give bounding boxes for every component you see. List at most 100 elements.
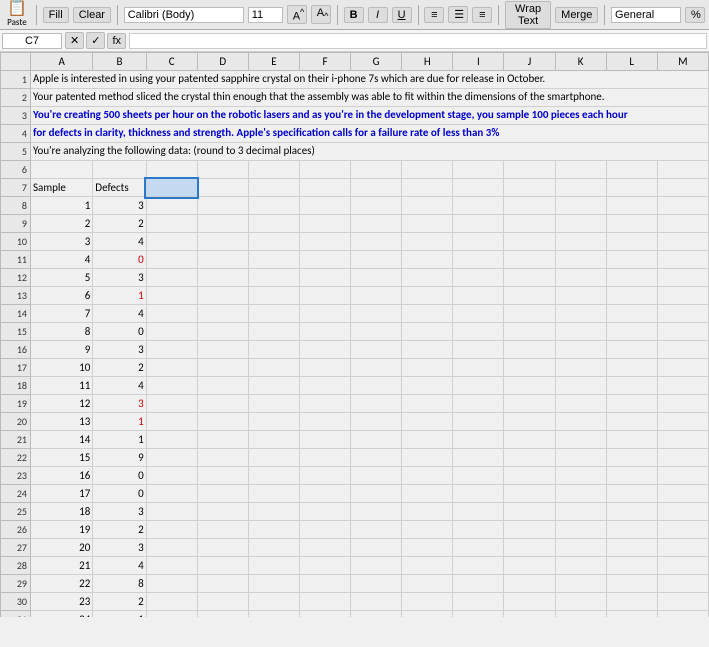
cell-30-J[interactable] <box>504 593 555 611</box>
cell-27-F[interactable] <box>299 539 350 557</box>
cell-18-A[interactable]: 11 <box>31 377 93 395</box>
cell-18-J[interactable] <box>504 377 555 395</box>
cell-12-A[interactable]: 5 <box>31 269 93 287</box>
cell-25-H[interactable] <box>402 503 453 521</box>
cell-22-J[interactable] <box>504 449 555 467</box>
row-header-30[interactable]: 30 <box>1 593 31 611</box>
cell-19-H[interactable] <box>402 395 453 413</box>
cell-24-D[interactable] <box>197 485 248 503</box>
cell-20-F[interactable] <box>299 413 350 431</box>
cell-28-J[interactable] <box>504 557 555 575</box>
cell-13-A[interactable]: 6 <box>31 287 93 305</box>
paste-button[interactable]: 📋 Paste <box>4 0 30 29</box>
cell-9-L[interactable] <box>606 215 657 233</box>
insert-function-button[interactable]: fx <box>107 33 126 49</box>
cell-8-M[interactable] <box>657 197 708 215</box>
number-format-input[interactable] <box>611 7 681 23</box>
cell-19-J[interactable] <box>504 395 555 413</box>
cell-11-L[interactable] <box>606 251 657 269</box>
cell-17-K[interactable] <box>555 359 606 377</box>
cell-23-K[interactable] <box>555 467 606 485</box>
cell-13-G[interactable] <box>351 287 402 305</box>
cell-11-B[interactable]: 0 <box>93 251 146 269</box>
cell-7-I[interactable] <box>453 179 504 197</box>
cell-9-C[interactable] <box>146 215 197 233</box>
cell-17-E[interactable] <box>248 359 299 377</box>
cell-9-H[interactable] <box>402 215 453 233</box>
cell-30-L[interactable] <box>606 593 657 611</box>
cell-20-I[interactable] <box>453 413 504 431</box>
cell-7-A[interactable]: Sample <box>31 179 93 197</box>
cell-19-B[interactable]: 3 <box>93 395 146 413</box>
cell-10-C[interactable] <box>146 233 197 251</box>
cell-20-L[interactable] <box>606 413 657 431</box>
cell-28-I[interactable] <box>453 557 504 575</box>
row-header-20[interactable]: 20 <box>1 413 31 431</box>
cell-25-G[interactable] <box>351 503 402 521</box>
bold-button[interactable]: B <box>344 7 364 23</box>
cell-23-I[interactable] <box>453 467 504 485</box>
cell-7-B[interactable]: Defects <box>93 179 146 197</box>
cell-26-L[interactable] <box>606 521 657 539</box>
cell-15-J[interactable] <box>504 323 555 341</box>
cell-15-L[interactable] <box>606 323 657 341</box>
cell-19-K[interactable] <box>555 395 606 413</box>
cell-30-D[interactable] <box>197 593 248 611</box>
cell-11-H[interactable] <box>402 251 453 269</box>
cell-9-A[interactable]: 2 <box>31 215 93 233</box>
cell-29-J[interactable] <box>504 575 555 593</box>
cell-8-D[interactable] <box>197 197 248 215</box>
cell-10-D[interactable] <box>197 233 248 251</box>
cell-20-M[interactable] <box>657 413 708 431</box>
cell-17-A[interactable]: 10 <box>31 359 93 377</box>
cell-8-K[interactable] <box>555 197 606 215</box>
cell-16-E[interactable] <box>248 341 299 359</box>
row-header-9[interactable]: 9 <box>1 215 31 233</box>
row-header-11[interactable]: 11 <box>1 251 31 269</box>
cell-27-D[interactable] <box>197 539 248 557</box>
cell-18-C[interactable] <box>146 377 197 395</box>
cell-15-B[interactable]: 0 <box>93 323 146 341</box>
cell-9-E[interactable] <box>248 215 299 233</box>
row-header-25[interactable]: 25 <box>1 503 31 521</box>
row-header-15[interactable]: 15 <box>1 323 31 341</box>
cell-28-B[interactable]: 4 <box>93 557 146 575</box>
cell-14-C[interactable] <box>146 305 197 323</box>
cell-11-A[interactable]: 4 <box>31 251 93 269</box>
align-center-button[interactable]: ☰ <box>448 6 468 23</box>
cell-29-A[interactable]: 22 <box>31 575 93 593</box>
cell-17-G[interactable] <box>351 359 402 377</box>
cell-26-C[interactable] <box>146 521 197 539</box>
cell-13-I[interactable] <box>453 287 504 305</box>
cell-11-F[interactable] <box>299 251 350 269</box>
cell-12-J[interactable] <box>504 269 555 287</box>
row-header-14[interactable]: 14 <box>1 305 31 323</box>
cell-28-E[interactable] <box>248 557 299 575</box>
cell-9-D[interactable] <box>197 215 248 233</box>
underline-button[interactable]: U <box>392 7 412 23</box>
cell-13-K[interactable] <box>555 287 606 305</box>
cell-29-F[interactable] <box>299 575 350 593</box>
cell-8-B[interactable]: 3 <box>93 197 146 215</box>
cell-17-L[interactable] <box>606 359 657 377</box>
cell-10-A[interactable]: 3 <box>31 233 93 251</box>
cell-10-E[interactable] <box>248 233 299 251</box>
cell-9-J[interactable] <box>504 215 555 233</box>
cell-24-C[interactable] <box>146 485 197 503</box>
cell-14-G[interactable] <box>351 305 402 323</box>
cell-16-M[interactable] <box>657 341 708 359</box>
cell-15-G[interactable] <box>351 323 402 341</box>
cell-26-F[interactable] <box>299 521 350 539</box>
cell-25-M[interactable] <box>657 503 708 521</box>
cell-13-J[interactable] <box>504 287 555 305</box>
cell-18-D[interactable] <box>197 377 248 395</box>
row-header-17[interactable]: 17 <box>1 359 31 377</box>
cell-21-H[interactable] <box>402 431 453 449</box>
cell-31-C[interactable] <box>146 611 197 618</box>
cell-29-H[interactable] <box>402 575 453 593</box>
cell-20-B[interactable]: 1 <box>93 413 146 431</box>
cell-31-G[interactable] <box>351 611 402 618</box>
cell-11-J[interactable] <box>504 251 555 269</box>
cell-14-B[interactable]: 4 <box>93 305 146 323</box>
cell-19-E[interactable] <box>248 395 299 413</box>
